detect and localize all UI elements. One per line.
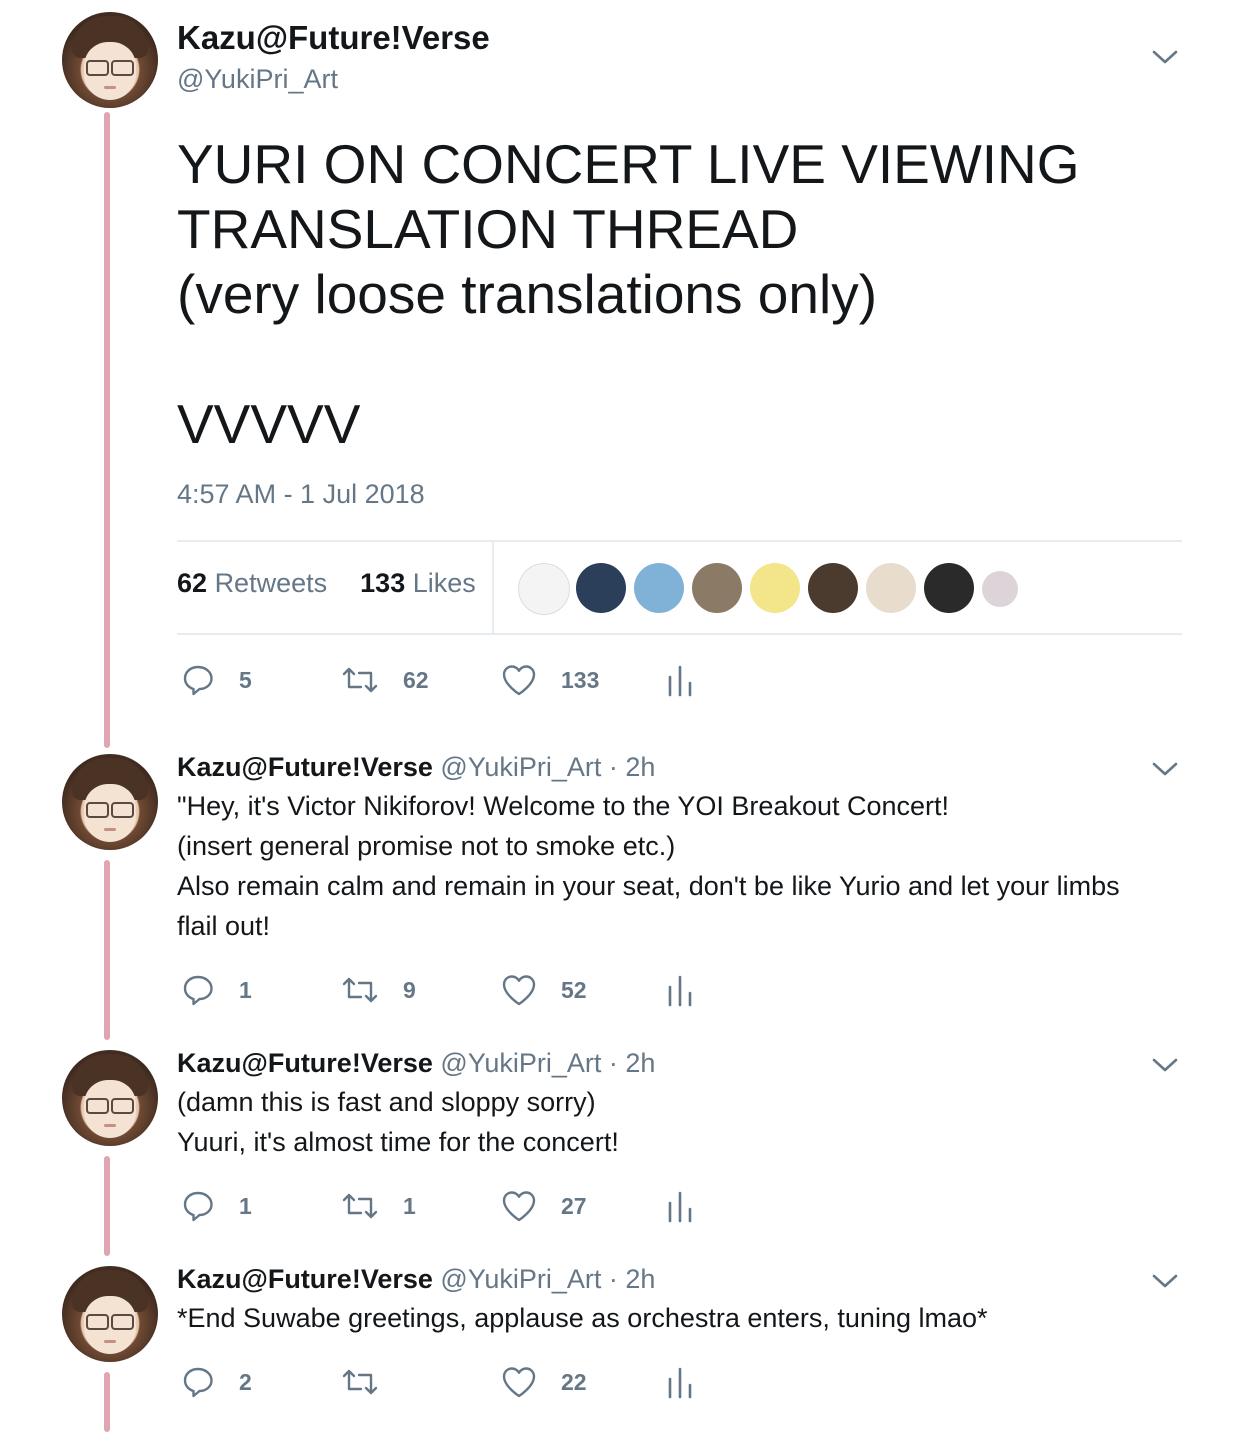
thread-line [104,112,110,748]
analytics-icon [668,1191,692,1223]
like-button[interactable]: 27 [501,1186,587,1226]
avatar[interactable] [62,1266,158,1362]
chevron-down-icon[interactable] [1148,1264,1182,1298]
reply-header: Kazu@Future!Verse @YukiPri_Art · 2h [177,1262,655,1296]
reply-button[interactable]: 1 [181,1186,252,1226]
thread-line [104,860,110,1040]
reply-button[interactable]: 5 [181,660,252,700]
author-handle[interactable]: @YukiPri_Art [440,1048,601,1078]
liker-avatar[interactable] [692,563,742,613]
author-handle[interactable]: @YukiPri_Art [440,1264,601,1294]
reply-icon [183,975,213,1006]
reply-header: Kazu@Future!Verse @YukiPri_Art · 2h [177,1046,655,1080]
analytics-icon [668,1367,692,1399]
liker-avatar[interactable] [924,563,974,613]
reply-icon [183,1191,213,1222]
like-button[interactable]: 22 [501,1362,587,1402]
author-name[interactable]: Kazu@Future!Verse [177,1264,433,1294]
reply-button[interactable]: 1 [181,970,252,1010]
liker-avatar[interactable] [982,571,1018,607]
reply-time[interactable]: · 2h [609,1048,656,1078]
likes-stat[interactable]: 133 Likes [360,568,476,598]
like-button[interactable]: 133 [501,660,599,700]
heart-icon [502,665,536,696]
analytics-icon [668,665,692,697]
reply-icon [183,665,213,696]
analytics-button[interactable] [665,1186,695,1226]
liker-avatar[interactable] [576,563,626,613]
liker-avatar[interactable] [634,563,684,613]
avatar[interactable] [62,754,158,850]
tweet-text: YURI ON CONCERT LIVE VIEWING TRANSLATION… [177,133,1080,455]
divider [177,633,1182,635]
retweet-button[interactable]: 9 [341,970,416,1010]
analytics-button[interactable] [665,660,695,700]
liker-avatar[interactable] [518,563,570,615]
tweet-timestamp[interactable]: 4:57 AM - 1 Jul 2018 [177,479,425,510]
retweet-icon [342,667,378,693]
author-handle[interactable]: @YukiPri_Art [440,752,601,782]
retweet-button[interactable]: 1 [341,1186,416,1226]
thread-line [104,1156,110,1256]
chevron-down-icon[interactable] [1148,1048,1182,1082]
liker-avatar[interactable] [866,563,916,613]
reply-button[interactable]: 2 [181,1362,252,1402]
analytics-button[interactable] [665,970,695,1010]
divider [492,541,494,634]
heart-icon [502,1367,536,1398]
retweet-button[interactable]: 62 [341,660,429,700]
tweet-stats: 62 Retweets 133 Likes [177,568,476,599]
reply-time[interactable]: · 2h [609,752,656,782]
analytics-icon [668,975,692,1007]
retweets-stat[interactable]: 62 Retweets [177,568,327,598]
retweet-icon [342,1369,378,1395]
retweet-icon [342,977,378,1003]
reply-header: Kazu@Future!Verse @YukiPri_Art · 2h [177,750,655,784]
heart-icon [502,1191,536,1222]
reply-text: "Hey, it's Victor Nikiforov! Welcome to … [177,791,1120,941]
author-handle[interactable]: @YukiPri_Art [177,62,338,96]
like-button[interactable]: 52 [501,970,587,1010]
author-name[interactable]: Kazu@Future!Verse [177,752,433,782]
reply-text: (damn this is fast and sloppy sorry) Yuu… [177,1087,619,1157]
avatar[interactable] [62,12,158,108]
retweet-icon [342,1193,378,1219]
analytics-button[interactable] [665,1362,695,1402]
divider [177,540,1182,542]
reply-icon [183,1367,213,1398]
author-name[interactable]: Kazu@Future!Verse [177,18,490,58]
reply-time[interactable]: · 2h [609,1264,656,1294]
chevron-down-icon[interactable] [1148,752,1182,786]
retweet-button[interactable] [341,1362,403,1402]
chevron-down-icon[interactable] [1148,40,1182,74]
heart-icon [502,975,536,1006]
liker-avatar[interactable] [808,563,858,613]
liker-avatar[interactable] [750,563,800,613]
author-name[interactable]: Kazu@Future!Verse [177,1048,433,1078]
thread-line [104,1372,110,1432]
avatar[interactable] [62,1050,158,1146]
reply-text: *End Suwabe greetings, applause as orche… [177,1303,988,1333]
